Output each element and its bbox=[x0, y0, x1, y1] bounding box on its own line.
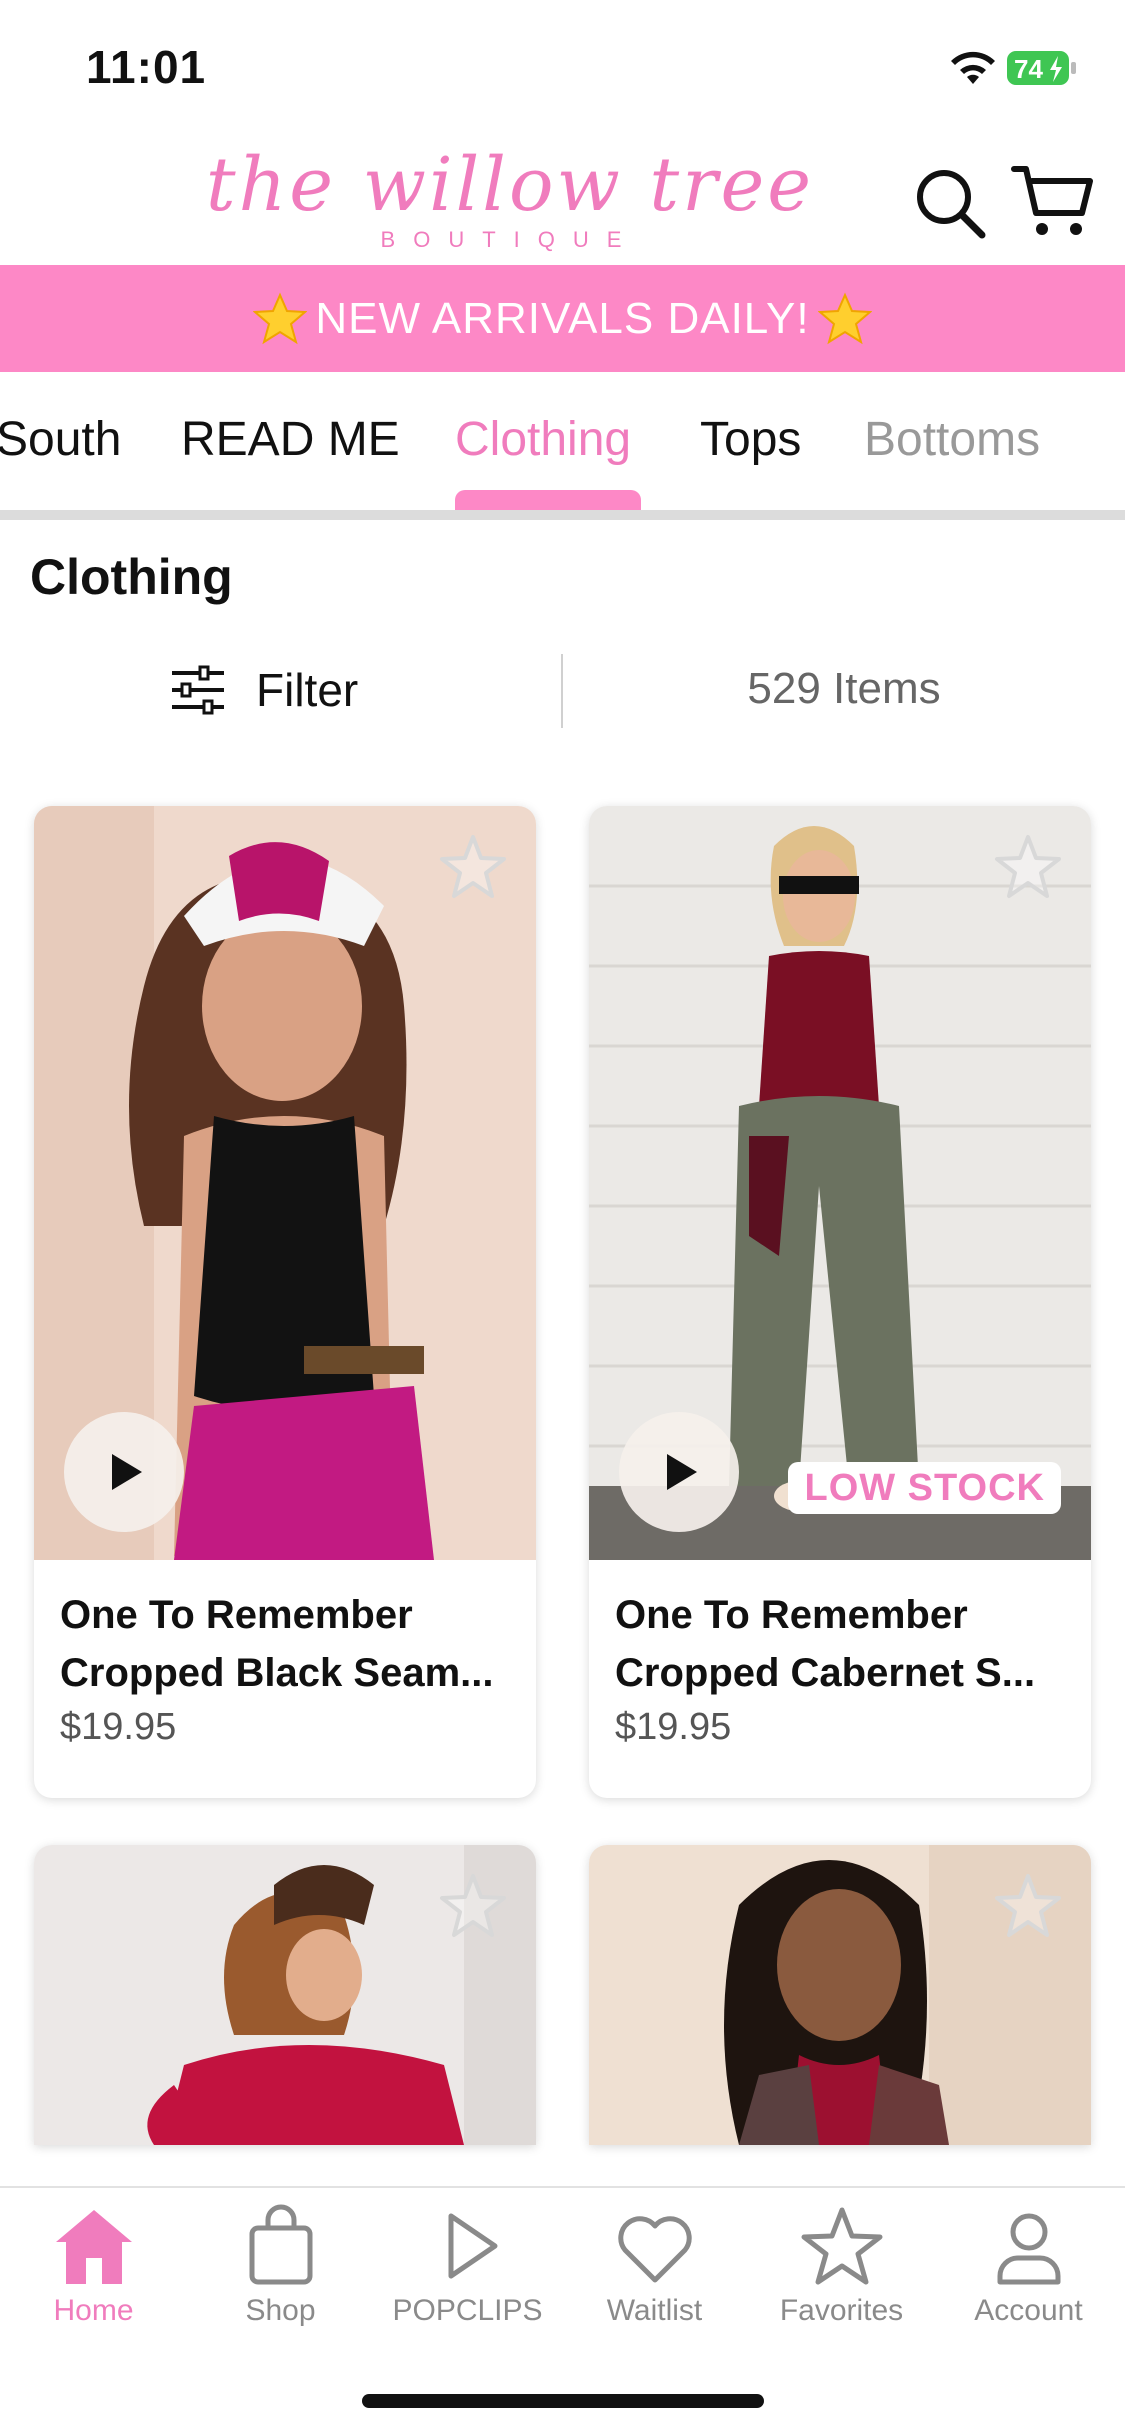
play-icon bbox=[667, 1454, 697, 1490]
cart-icon[interactable] bbox=[1010, 159, 1094, 243]
filter-bar: Filter 529 Items bbox=[0, 640, 1125, 740]
product-name-line: Cropped Black Seam... bbox=[60, 1651, 494, 1695]
tab-clothing[interactable]: Clothing bbox=[455, 412, 631, 467]
play-video-button[interactable] bbox=[64, 1412, 184, 1532]
favorite-star-icon[interactable] bbox=[438, 1871, 508, 1941]
product-price: $19.95 bbox=[60, 1706, 177, 1748]
star-emoji-icon bbox=[817, 292, 872, 344]
product-card[interactable] bbox=[589, 1845, 1091, 2145]
nav-label: Waitlist bbox=[606, 2294, 703, 2327]
product-price: $19.95 bbox=[615, 1706, 732, 1748]
star-icon bbox=[801, 2207, 882, 2285]
favorite-star-icon[interactable] bbox=[993, 1871, 1063, 1941]
promo-banner[interactable]: NEW ARRIVALS DAILY! bbox=[0, 265, 1125, 372]
nav-label: Account bbox=[974, 2294, 1083, 2327]
play-icon bbox=[112, 1454, 142, 1490]
category-tabs: South READ ME Clothing Tops Bottoms bbox=[0, 372, 1125, 520]
play-icon bbox=[448, 2213, 497, 2279]
product-name[interactable]: One To Remember Cropped Cabernet S... bbox=[615, 1586, 1075, 1702]
status-time: 11:01 bbox=[86, 41, 207, 93]
product-name-line: One To Remember bbox=[615, 1593, 968, 1637]
tab-bottoms[interactable]: Bottoms bbox=[864, 412, 1040, 467]
svg-text:74: 74 bbox=[1014, 54, 1043, 84]
shopping-bag-icon bbox=[249, 2204, 312, 2285]
tab-tops[interactable]: Tops bbox=[700, 412, 801, 467]
active-tab-indicator bbox=[455, 490, 641, 510]
app-header: the willow tree BOUTIQUE bbox=[0, 135, 1125, 265]
brand-logo[interactable]: the willow tree BOUTIQUE bbox=[140, 145, 880, 255]
nav-popclips[interactable]: POPCLIPS bbox=[374, 2204, 561, 2328]
logo-text: the willow tree bbox=[205, 142, 815, 228]
home-icon bbox=[55, 2210, 132, 2284]
nav-label: Favorites bbox=[779, 2294, 904, 2327]
nav-shop[interactable]: Shop bbox=[187, 2204, 374, 2328]
filter-button[interactable]: Filter bbox=[170, 658, 358, 722]
nav-label: Shop bbox=[245, 2294, 316, 2327]
favorite-star-icon[interactable] bbox=[993, 832, 1063, 902]
tab-south[interactable]: South bbox=[0, 412, 121, 467]
product-card[interactable]: LOW STOCK One To Remember Cropped Cabern… bbox=[589, 806, 1091, 1798]
low-stock-badge: LOW STOCK bbox=[788, 1462, 1061, 1514]
filter-label: Filter bbox=[256, 664, 359, 716]
favorite-star-icon[interactable] bbox=[438, 832, 508, 902]
wifi-icon bbox=[951, 51, 995, 84]
banner-text: NEW ARRIVALS DAILY! bbox=[315, 293, 810, 343]
product-card[interactable]: One To Remember Cropped Black Seam... $1… bbox=[34, 806, 536, 1798]
nav-favorites[interactable]: Favorites bbox=[748, 2204, 935, 2328]
home-indicator[interactable] bbox=[362, 2394, 764, 2408]
heart-icon bbox=[617, 2216, 692, 2283]
product-name-line: One To Remember bbox=[60, 1593, 413, 1637]
tab-read-me[interactable]: READ ME bbox=[181, 412, 400, 467]
search-icon[interactable] bbox=[912, 165, 988, 241]
page-title: Clothing bbox=[30, 549, 233, 605]
nav-waitlist[interactable]: Waitlist bbox=[561, 2204, 748, 2328]
product-name[interactable]: One To Remember Cropped Black Seam... bbox=[60, 1586, 520, 1702]
person-icon bbox=[997, 2213, 1060, 2285]
battery-icon: 74 bbox=[1007, 51, 1076, 85]
logo-subtext: BOUTIQUE bbox=[380, 227, 640, 252]
nav-label: POPCLIPS bbox=[392, 2294, 543, 2327]
items-count: 529 Items bbox=[747, 664, 941, 713]
nav-label: Home bbox=[53, 2294, 134, 2327]
product-card[interactable] bbox=[34, 1845, 536, 2145]
nav-home[interactable]: Home bbox=[0, 2204, 187, 2328]
star-emoji-icon bbox=[253, 292, 308, 344]
status-bar: 11:01 74 bbox=[0, 0, 1125, 135]
sliders-icon bbox=[172, 665, 224, 715]
product-name-line: Cropped Cabernet S... bbox=[615, 1651, 1036, 1695]
nav-account[interactable]: Account bbox=[935, 2204, 1122, 2328]
play-video-button[interactable] bbox=[619, 1412, 739, 1532]
